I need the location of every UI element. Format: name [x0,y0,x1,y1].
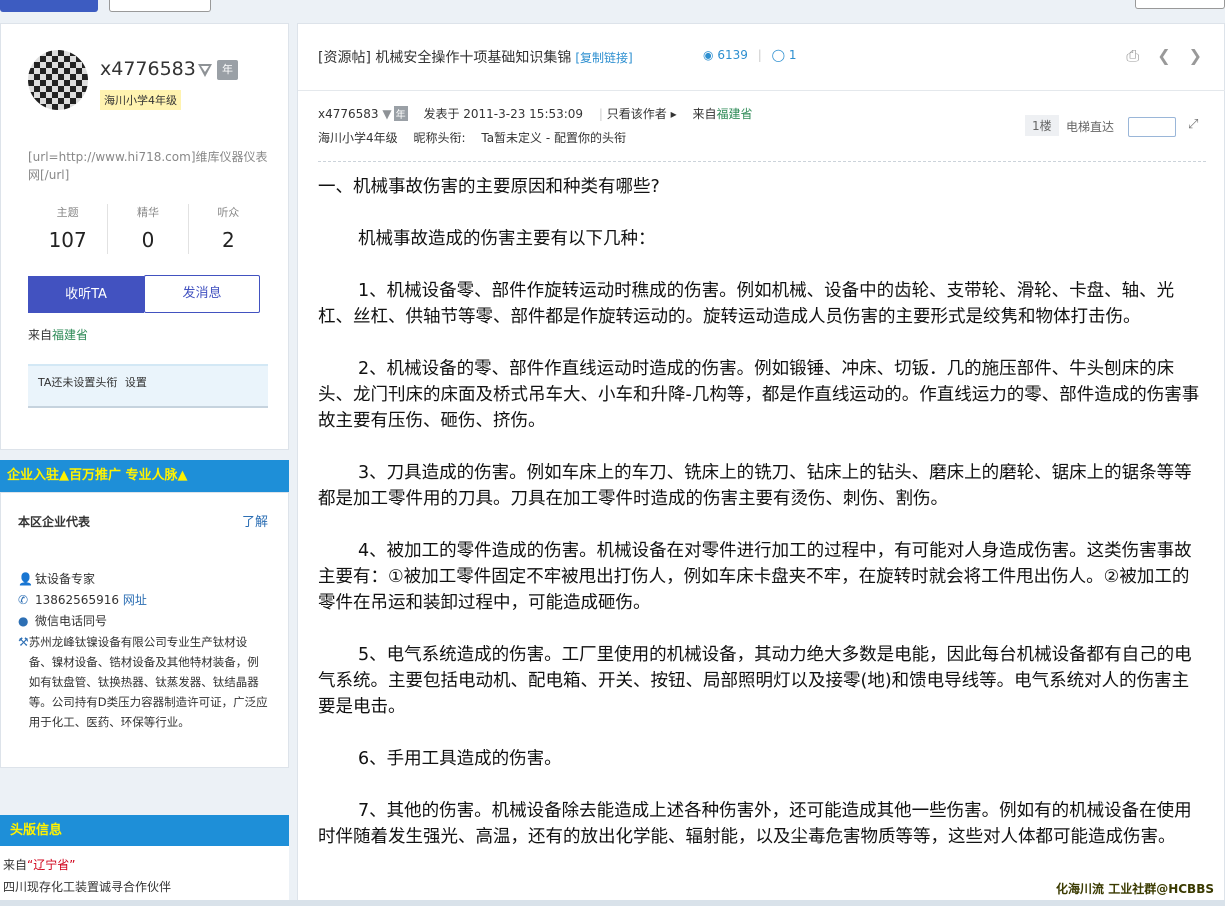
profile-location: 来自福建省 [28,326,88,343]
author-grade: 海川小学4年级 [318,131,398,145]
stat-topics[interactable]: 主题 107 [28,204,109,254]
content-paragraph: 1、机械设备零、部件作旋转运动时穛成的伤害。例如机械、设备中的齿轮、支带轮、滑轮… [318,281,1175,327]
nickname-label: 昵称头衔: [413,131,466,145]
headlines-card: 来自“辽宁省” 四川现存化工装置诚寻合作伙伴 [0,846,289,906]
print-icon[interactable]: ⎙ [1126,46,1139,66]
content-paragraph: 6、手用工具造成的伤害。 [358,749,562,769]
content-paragraph: 5、电气系统造成的伤害。工厂里使用的机械设备，其动力绝大多数是电能，因此每台机械… [318,645,1192,717]
content-paragraph: 7、其他的伤害。机械设备除去能造成上述各种伤害外，还可能造成其他一些伤害。例如有… [318,801,1192,847]
avatar[interactable] [28,50,88,110]
post-title-text: [资源帖] 机械安全操作十项基础知识集锦 [318,50,572,66]
elevator-input[interactable] [1128,117,1176,137]
next-icon[interactable]: ❯ [1189,46,1202,66]
from-prefix: 来自 [3,858,28,872]
stat-label: 主题 [56,206,79,219]
top-primary-button[interactable] [0,0,98,12]
profile-stats: 主题 107 精华 0 听众 2 [28,204,268,254]
send-message-button[interactable]: 发消息 [144,275,260,313]
only-author-link[interactable]: 只看该作者 [607,107,667,121]
stat-label: 精华 [136,206,159,219]
headlines-location[interactable]: “辽宁省” [27,858,75,872]
contact-name: 钛设备专家 [35,572,96,586]
comment-icon: ◯ [771,48,785,62]
left-sidebar: x4776583 年 海川小学4年级 [url=http://www.hi718… [0,23,289,906]
contact-phone: 13862565916 [35,593,119,607]
post-title: [资源帖] 机械安全操作十项基础知识集锦 [复制链接] [318,47,633,67]
enterprise-contact-list: 👤 钛设备专家 ✆ 13862565916 网址 ● 微信电话同号 ⚒ 苏州龙峰… [18,569,268,732]
watermark: 化海川流 工业社群@HCBBS [1056,882,1214,896]
post-author[interactable]: x4776583 [318,107,379,121]
floor-badge: 1楼 [1025,115,1059,136]
profile-username[interactable]: x4776583 [100,58,196,80]
phone-icon: ✆ [18,593,29,607]
profile-signature: [url=http://www.hi718.com]维库仪器仪表网[/url] [28,150,268,182]
year-badge: 年 [217,60,238,80]
website-link[interactable]: 网址 [123,590,147,611]
stat-essence[interactable]: 精华 0 [108,204,189,254]
title-divider [298,90,1225,91]
post-content: 一、机械事故伤害的主要原因和种类有哪些? 机械事故造成的伤害主要有以下几种： 1… [318,174,1206,876]
headlines-banner[interactable]: 头版信息 [0,815,289,846]
prev-icon[interactable]: ❮ [1157,46,1170,66]
content-paragraph: 2、机械设备的零、部件作直线运动时造成的伤害。例如锻锤、冲床、切钣．几的施压部件… [318,359,1200,431]
enterprise-banner[interactable]: 企业入驻▲百万推广 专业人脉▲ [0,460,289,492]
enterprise-title: 本区企业代表 [18,515,91,529]
headlines-link[interactable]: 四川现存化工装置诚寻合作伙伴 [3,878,171,895]
contact-phone-row: ✆ 13862565916 网址 [18,590,268,611]
user-icon: 👤 [18,572,33,586]
from-prefix: 来自 [692,107,717,121]
enterprise-card: 本区企业代表 了解 👤 钛设备专家 ✆ 13862565916 网址 ● 微信电… [0,492,289,768]
stat-label: 听众 [217,206,240,219]
caret-right-icon: ▸ [670,107,677,121]
contact-wechat: 微信电话同号 [35,614,108,628]
content-paragraph: 3、刀具造成的伤害。例如车床上的车刀、铣床上的铣刀、钻床上的钻头、磨床上的磨轮、… [318,463,1192,509]
wechat-icon: ● [18,614,29,628]
view-count: 6139 [717,48,748,62]
profile-card: x4776583 年 海川小学4年级 [url=http://www.hi718… [0,23,289,450]
post-meta: x4776583 ▼ 年 发表于 2011-3-23 15:53:09 | 只看该… [318,106,753,121]
stat-value: 107 [48,228,87,252]
stat-value: 0 [141,228,155,252]
company-icon: ⚒ [18,635,29,649]
post-location-link[interactable]: 福建省 [717,107,753,121]
top-right-button[interactable] [1135,0,1225,9]
elevator-label: 电梯直达 [1066,120,1115,134]
meta-divider [318,161,1206,162]
enterprise-more-link[interactable]: 了解 [242,511,268,530]
contact-desc-row: ⚒ 苏州龙峰钛镍设备有限公司专业生产钛材设备、镍材设备、锆材设备及其他特材装备，… [18,632,268,732]
stat-listeners[interactable]: 听众 2 [189,204,268,254]
contact-wechat-row: ● 微信电话同号 [18,611,268,632]
year-badge: 年 [393,106,408,121]
vip-diamond-icon [198,64,212,77]
post-panel: [资源帖] 机械安全操作十项基础知识集锦 [复制链接] ◉ 6139 | ◯ 1 … [297,23,1225,906]
top-secondary-button[interactable] [109,0,211,12]
content-paragraph: 4、被加工的零件造成的伤害。机械设备在对零件进行加工的过程中，有可能对人身造成伤… [318,541,1192,613]
post-meta-2: 海川小学4年级 昵称头衔: Ta暂未定义 - 配置你的头衔 [318,129,626,146]
headline-box: TA还未设置头衔 设置 [28,364,268,408]
grade-badge: 海川小学4年级 [100,90,181,110]
headline-set-link[interactable]: 设置 [125,376,147,389]
headlines-from: 来自“辽宁省” [3,856,75,873]
post-tools: ⎙ ❮ ❯ [1126,46,1202,66]
collapse-icon[interactable]: ⤢ [1188,117,1198,132]
location-link[interactable]: 福建省 [52,328,88,342]
vip-diamond-icon: ▼ [382,107,392,121]
reply-count: 1 [788,48,797,62]
copy-link[interactable]: [复制链接] [575,51,632,65]
from-prefix: 来自 [28,328,53,342]
bottom-strip [0,900,1225,906]
nickname-value: Ta暂未定义 - 配置你的头衔 [481,131,627,145]
content-paragraph: 一、机械事故伤害的主要原因和种类有哪些? [318,177,660,197]
contact-name-row: 👤 钛设备专家 [18,569,268,590]
content-paragraph: 机械事故造成的伤害主要有以下几种： [358,229,656,249]
follow-button[interactable]: 收听TA [28,276,144,313]
post-stats: ◉ 6139 | ◯ 1 [703,48,797,62]
post-time: 发表于 2011-3-23 15:53:09 [423,107,584,121]
stat-value: 2 [221,228,235,252]
headline-text: TA还未设置头衔 [38,376,118,389]
company-description: 苏州龙峰钛镍设备有限公司专业生产钛材设备、镍材设备、锆材设备及其他特材装备，例如… [28,635,268,729]
eye-icon: ◉ [703,48,714,62]
